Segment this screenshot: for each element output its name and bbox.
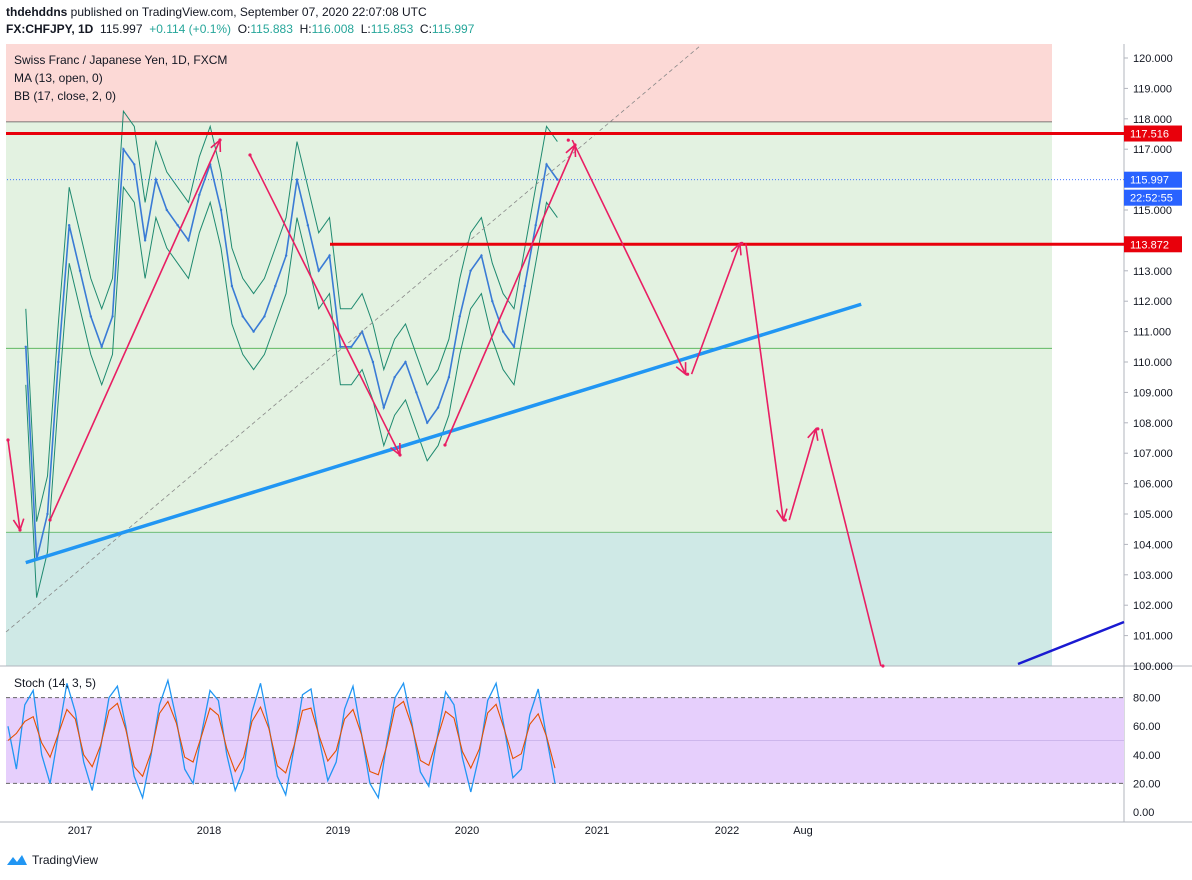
price-point <box>436 406 440 409</box>
price-tick-label: 111.000 <box>1133 327 1171 339</box>
brand-name: TradingView <box>32 853 99 867</box>
price-point <box>100 345 103 348</box>
price-point <box>339 345 342 348</box>
time-axis[interactable]: 2017 2018 2019 2020 2021 2022 Aug <box>68 825 813 837</box>
legend-ma[interactable]: MA (13, open, 0) <box>14 71 103 85</box>
price-tick-label: 117.000 <box>1133 144 1172 156</box>
price-point <box>545 163 548 166</box>
price-point <box>426 421 429 424</box>
zone-lower <box>6 532 1052 666</box>
price-zones <box>6 44 1052 666</box>
price-point <box>415 391 418 394</box>
price-point <box>284 254 288 257</box>
price-point <box>523 284 527 288</box>
stoch-tick-label: 80.00 <box>1133 693 1161 705</box>
zone-range <box>6 121 1052 533</box>
price-point <box>57 360 60 364</box>
price-point <box>230 284 234 288</box>
price-tick-label: 108.000 <box>1133 418 1173 430</box>
price-point <box>447 376 451 379</box>
price-point <box>154 178 158 181</box>
price-point <box>263 315 266 318</box>
time-tick-label: 2019 <box>326 825 350 837</box>
price-tick-label: 100.000 <box>1133 661 1173 673</box>
stoch-tick-label: 40.00 <box>1133 750 1161 762</box>
price-tick-label: 112.000 <box>1133 296 1172 308</box>
time-tick-label: 2021 <box>585 825 609 837</box>
price-point <box>89 315 93 318</box>
price-point <box>491 300 494 303</box>
price-point <box>165 208 168 212</box>
price-point <box>122 148 125 151</box>
price-point <box>371 360 375 364</box>
price-point <box>317 269 320 272</box>
time-tick-label: Aug <box>793 825 813 837</box>
price-point <box>241 315 244 318</box>
price-point <box>67 224 71 227</box>
price-point <box>480 254 483 257</box>
price-point <box>219 208 223 212</box>
stochastic-pane <box>6 677 1124 801</box>
tradingview-logo-icon <box>7 855 27 865</box>
price-point <box>78 269 82 272</box>
price-tick-label: 104.000 <box>1133 539 1173 551</box>
projection-point <box>686 372 690 376</box>
price-tick-label: 113.000 <box>1133 266 1172 278</box>
price-point <box>198 193 201 196</box>
price-tick-label: 118.000 <box>1133 114 1172 126</box>
price-point <box>404 360 407 364</box>
price-point <box>111 315 114 318</box>
price-point <box>187 239 190 242</box>
price-tick-label: 102.000 <box>1133 600 1173 612</box>
price-tick-label: 115.000 <box>1133 205 1172 217</box>
price-point <box>176 224 179 227</box>
price-point <box>469 269 472 272</box>
price-point <box>274 284 277 288</box>
price-point <box>512 345 516 348</box>
time-tick-label: 2020 <box>455 825 479 837</box>
price-point <box>393 376 396 379</box>
price-point <box>382 406 385 409</box>
legend-bb[interactable]: BB (17, close, 2, 0) <box>14 89 116 103</box>
price-axis-badge-label: 115.997 <box>1130 175 1169 187</box>
price-axis-badge-label: 22:52:55 <box>1130 193 1173 205</box>
time-tick-label: 2018 <box>197 825 221 837</box>
price-tick-label: 101.000 <box>1133 631 1173 643</box>
projection-point <box>566 138 570 142</box>
price-tick-label: 103.000 <box>1133 570 1173 582</box>
price-point <box>350 345 353 348</box>
chart-canvas[interactable]: 120.000119.000118.000117.000116.000115.0… <box>0 0 1192 880</box>
price-tick-label: 110.000 <box>1133 357 1172 369</box>
price-tick-label: 120.000 <box>1133 53 1173 65</box>
stoch-tick-label: 60.00 <box>1133 721 1161 733</box>
stoch-tick-label: 20.00 <box>1133 778 1161 790</box>
stoch-tick-label: 0.00 <box>1133 807 1154 819</box>
price-point <box>133 163 136 166</box>
price-axis-badge-label: 117.516 <box>1130 129 1169 141</box>
projection-point <box>740 241 744 245</box>
price-tick-label: 119.000 <box>1133 83 1172 95</box>
projection-point <box>881 664 885 668</box>
price-point <box>46 512 49 516</box>
price-point <box>24 345 27 348</box>
price-tick-label: 106.000 <box>1133 479 1173 491</box>
legend-title: Swiss Franc / Japanese Yen, 1D, FXCM <box>14 53 228 67</box>
time-tick-label: 2017 <box>68 825 92 837</box>
legend-stoch[interactable]: Stoch (14, 3, 5) <box>14 676 96 690</box>
price-tick-label: 107.000 <box>1133 448 1173 460</box>
price-point <box>458 315 461 318</box>
price-tick-label: 105.000 <box>1133 509 1173 521</box>
price-point <box>252 330 255 333</box>
price-axis[interactable]: 120.000119.000118.000117.000116.000115.0… <box>1124 53 1182 819</box>
price-point <box>501 330 505 333</box>
price-point <box>295 178 299 181</box>
price-point <box>143 239 147 242</box>
time-tick-label: 2022 <box>715 825 739 837</box>
price-axis-badge-label: 113.872 <box>1130 239 1169 251</box>
tradingview-footer[interactable]: TradingView <box>6 853 98 867</box>
price-point <box>306 224 310 227</box>
price-point <box>328 254 331 257</box>
price-point <box>534 224 537 227</box>
price-tick-label: 109.000 <box>1133 387 1173 399</box>
